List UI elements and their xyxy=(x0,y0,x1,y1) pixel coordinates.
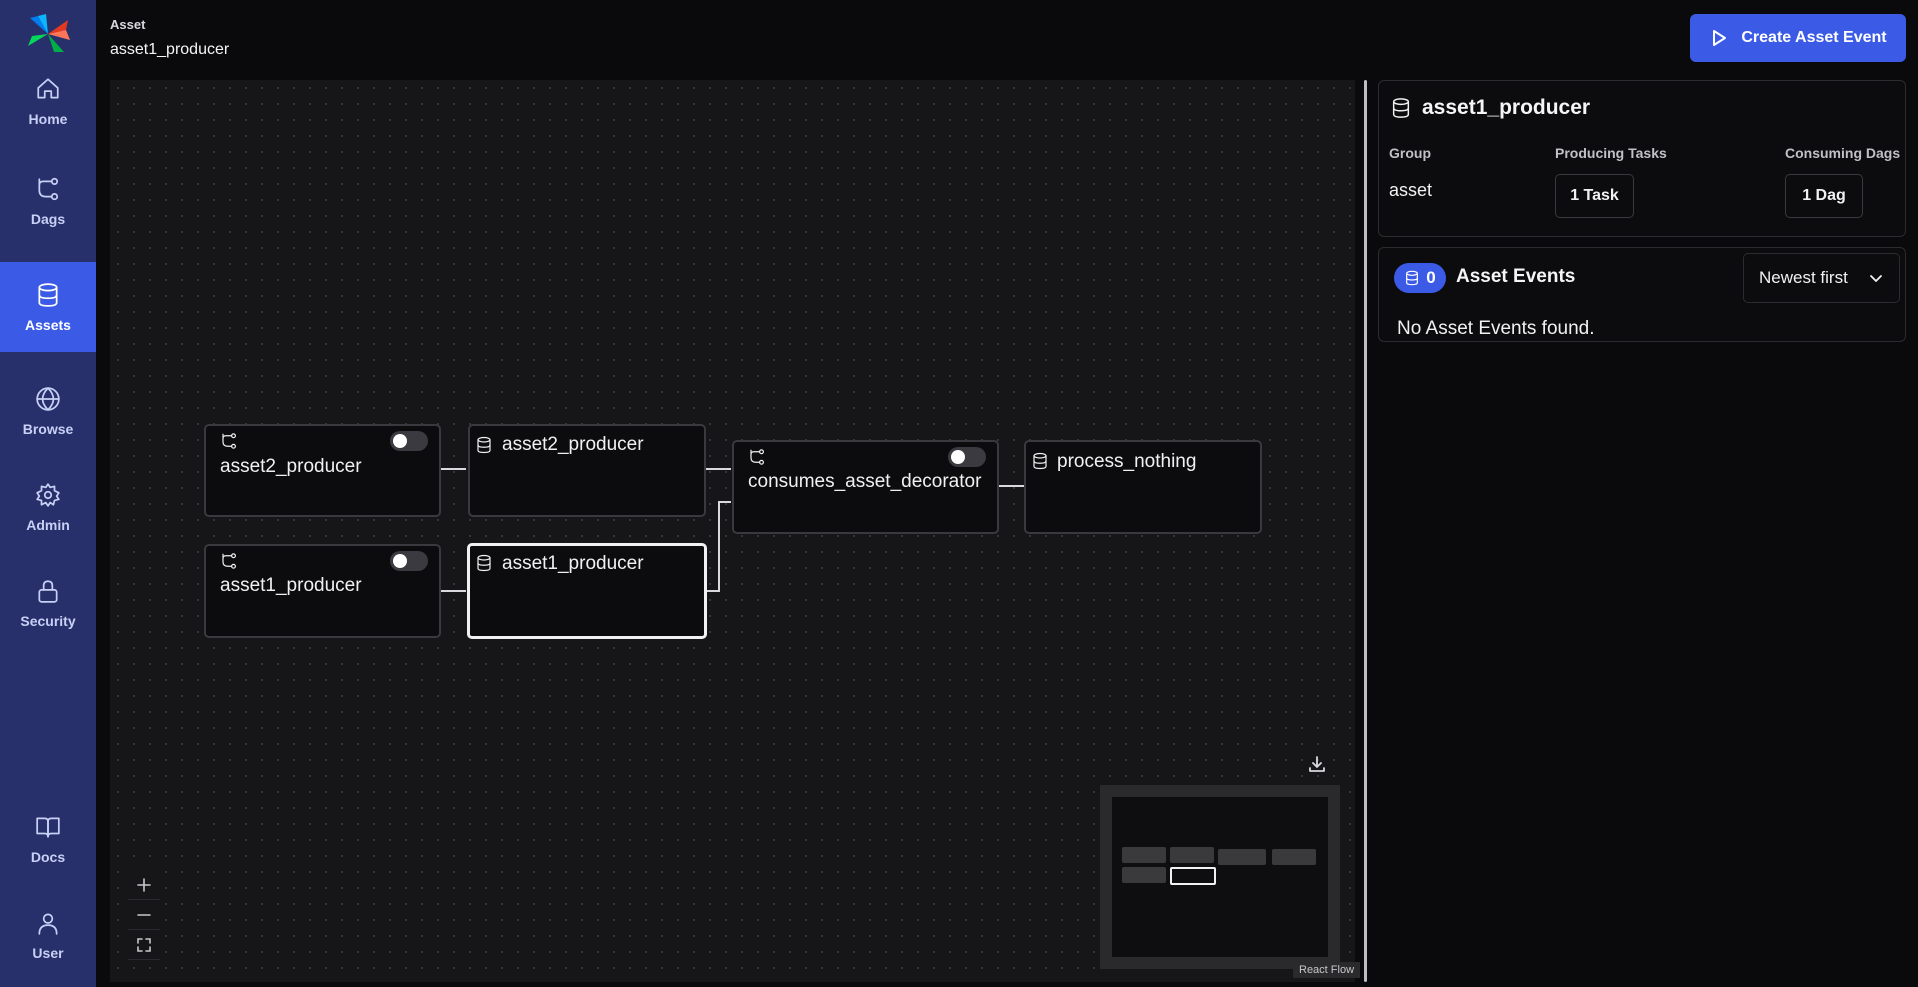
sidebar-item-label: Browse xyxy=(22,421,74,437)
asset-events-title: Asset Events xyxy=(1456,266,1576,287)
node-label: asset1_producer xyxy=(220,575,362,596)
create-asset-event-button[interactable]: Create Asset Event xyxy=(1690,14,1906,62)
consuming-dags-count: 1 Dag xyxy=(1802,187,1846,204)
database-icon xyxy=(475,436,493,454)
database-icon xyxy=(1031,452,1049,470)
zoom-out-button[interactable] xyxy=(128,900,160,930)
sort-order-value: Newest first xyxy=(1759,268,1848,287)
asset-node-asset2-producer[interactable]: asset2_producer xyxy=(468,424,706,517)
node-label: asset2_producer xyxy=(220,456,362,477)
gear-icon xyxy=(34,481,62,509)
asset-events-count-badge: 0 xyxy=(1394,263,1446,293)
group-value: asset xyxy=(1389,180,1433,200)
sidebar-item-home[interactable]: Home xyxy=(0,56,96,146)
fit-view-button[interactable] xyxy=(128,930,160,960)
consuming-dags-button[interactable]: 1 Dag xyxy=(1785,174,1863,218)
dag-pause-toggle[interactable] xyxy=(390,431,428,451)
zoom-in-button[interactable] xyxy=(128,870,160,900)
dag-node-asset2-producer[interactable]: asset2_producer xyxy=(204,424,441,517)
asset-events-count: 0 xyxy=(1426,268,1436,287)
graph-edge xyxy=(999,485,1024,487)
asset-title: asset1_producer xyxy=(1422,96,1591,119)
play-icon xyxy=(1713,30,1727,46)
minimap-node xyxy=(1218,849,1266,865)
node-label: asset1_producer xyxy=(502,553,644,574)
user-icon xyxy=(34,909,62,937)
dag-icon xyxy=(220,432,238,450)
dag-icon xyxy=(748,448,766,466)
dag-pause-toggle[interactable] xyxy=(948,447,986,467)
graph-edge xyxy=(706,590,718,592)
sidebar-item-label: User xyxy=(32,945,64,961)
graph-edge xyxy=(718,501,720,592)
sidebar-item-admin[interactable]: Admin xyxy=(0,462,96,552)
sidebar-item-user[interactable]: User xyxy=(0,890,96,980)
download-graph-button[interactable] xyxy=(1307,754,1331,778)
minimap-node xyxy=(1272,849,1316,865)
producing-tasks-button[interactable]: 1 Task xyxy=(1555,174,1634,218)
producing-tasks-count: 1 Task xyxy=(1570,187,1619,204)
book-icon xyxy=(34,813,62,841)
panel-resize-handle[interactable] xyxy=(1364,80,1367,982)
minimap-node-selected xyxy=(1170,867,1216,885)
dag-node-consumes-asset-decorator[interactable]: consumes_asset_decorator xyxy=(732,440,999,534)
asset-details-panel: asset1_producer Group asset Producing Ta… xyxy=(1378,80,1906,237)
breadcrumb-label: Asset xyxy=(110,17,146,32)
graph-edge xyxy=(441,590,466,592)
asset-node-asset1-producer[interactable]: asset1_producer xyxy=(467,543,707,639)
download-icon xyxy=(1309,756,1325,772)
graph-edge xyxy=(441,468,466,470)
database-icon xyxy=(34,281,62,309)
sidebar-item-browse[interactable]: Browse xyxy=(0,366,96,456)
sidebar-item-docs[interactable]: Docs xyxy=(0,794,96,884)
minimap[interactable] xyxy=(1100,785,1340,969)
dag-node-asset1-producer[interactable]: asset1_producer xyxy=(204,544,441,638)
zoom-controls xyxy=(128,870,160,960)
database-icon xyxy=(1390,97,1412,124)
sidebar-item-label: Security xyxy=(20,613,76,629)
sidebar-item-dags[interactable]: Dags xyxy=(0,156,96,246)
dag-icon xyxy=(220,552,238,570)
minimap-viewport xyxy=(1112,797,1328,957)
minus-icon xyxy=(137,913,151,916)
empty-events-message: No Asset Events found. xyxy=(1397,318,1595,339)
minimap-node xyxy=(1122,867,1166,883)
sidebar-item-label: Home xyxy=(28,111,68,127)
dag-pause-toggle[interactable] xyxy=(390,551,428,571)
node-label: process_nothing xyxy=(1057,451,1197,472)
database-icon xyxy=(475,554,493,572)
breadcrumb-current: asset1_producer xyxy=(110,41,230,58)
producing-tasks-label: Producing Tasks xyxy=(1555,145,1667,161)
minimap-node xyxy=(1122,847,1166,863)
plus-icon xyxy=(137,877,151,892)
globe-icon xyxy=(34,385,62,413)
node-label: consumes_asset_decorator xyxy=(748,471,982,492)
sidebar-item-label: Assets xyxy=(25,317,71,333)
graph-edge xyxy=(718,501,731,503)
graph-edge xyxy=(706,468,731,470)
react-flow-attribution[interactable]: React Flow xyxy=(1293,962,1361,978)
sidebar-item-security[interactable]: Security xyxy=(0,558,96,648)
create-asset-event-label: Create Asset Event xyxy=(1741,29,1887,46)
sidebar: Home Dags Assets Browse Admin Security D… xyxy=(0,0,96,987)
database-icon xyxy=(1406,270,1419,286)
sort-order-select[interactable]: Newest first xyxy=(1743,253,1900,303)
group-label: Group xyxy=(1389,145,1431,161)
airflow-logo[interactable] xyxy=(24,12,72,56)
sidebar-item-assets[interactable]: Assets xyxy=(0,262,96,352)
lock-icon xyxy=(34,577,62,605)
asset-node-process-nothing[interactable]: process_nothing xyxy=(1024,440,1262,534)
sidebar-item-label: Dags xyxy=(30,211,66,227)
home-icon xyxy=(34,75,62,103)
consuming-dags-label: Consuming Dags xyxy=(1785,145,1901,161)
chevron-down-icon xyxy=(1870,275,1882,282)
sidebar-item-label: Docs xyxy=(30,849,66,865)
minimap-node xyxy=(1170,847,1214,863)
fit-view-icon xyxy=(137,937,151,952)
node-label: asset2_producer xyxy=(502,434,644,455)
sidebar-item-label: Admin xyxy=(26,517,70,533)
dags-icon xyxy=(34,175,62,203)
